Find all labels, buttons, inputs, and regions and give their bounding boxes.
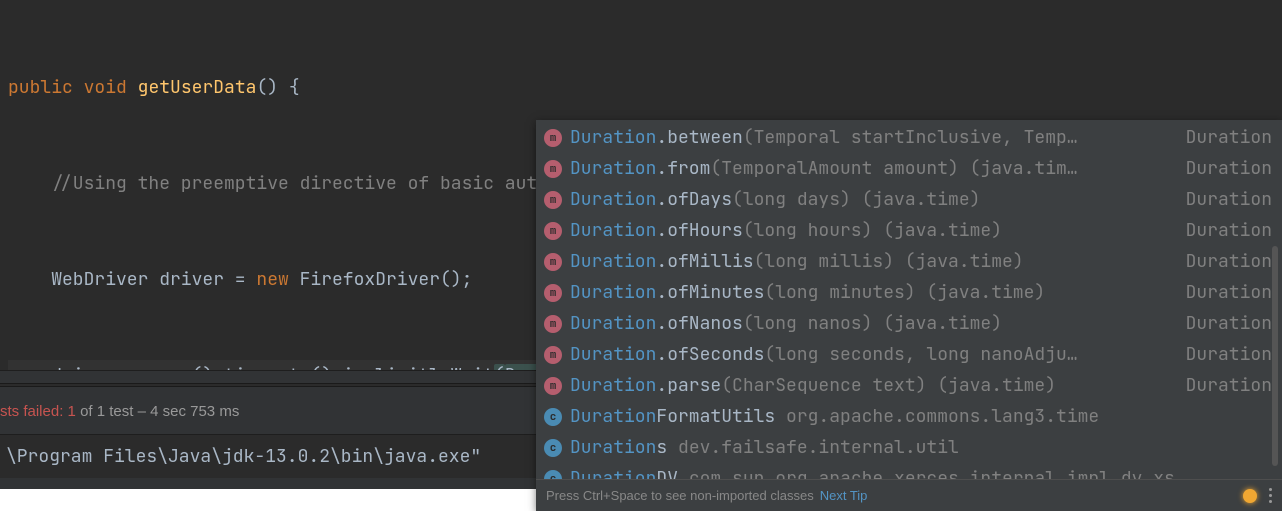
suggestion-item[interactable]: c DurationFormatUtils org.apache.commons.…: [536, 401, 1282, 432]
method-name: getUserData: [138, 76, 257, 99]
method-icon: m: [544, 315, 562, 333]
suggestion-return-type: Duration: [1186, 312, 1272, 335]
next-tip-link[interactable]: Next Tip: [820, 488, 868, 503]
suggestion-item[interactable]: m Duration.ofHours(long hours) (java.time…: [536, 215, 1282, 246]
suggestion-item[interactable]: m Duration.ofDays(long days) (java.time) D…: [536, 184, 1282, 215]
suggestion-main: DurationFormatUtils org.apache.commons.l…: [570, 405, 1272, 428]
suggestion-return-type: Duration: [1186, 250, 1272, 273]
suggestion-main: Duration.ofMillis(long millis) (java.tim…: [570, 250, 1168, 273]
suggestion-item[interactable]: m Duration.between(Temporal startInclusiv…: [536, 122, 1282, 153]
code-completion-popup[interactable]: m Duration.between(Temporal startInclusiv…: [536, 120, 1282, 511]
suggestion-item[interactable]: m Duration.parse(CharSequence text) (java…: [536, 370, 1282, 401]
console-text: \Program Files\Java\jdk-13.0.2\bin\java.…: [6, 445, 481, 468]
suggestion-footer: Press Ctrl+Space to see non-imported cla…: [536, 479, 1282, 511]
suggestion-main: Duration.from(TemporalAmount amount) (ja…: [570, 157, 1168, 180]
intention-bulb-icon[interactable]: [1243, 489, 1257, 503]
method-icon: m: [544, 129, 562, 147]
tests-failed-count: 1: [68, 403, 76, 420]
suggestion-return-type: Duration: [1186, 343, 1272, 366]
keyword-public: public: [8, 76, 73, 99]
tests-summary: of 1 test – 4 sec 753 ms: [80, 403, 239, 420]
suggestion-item[interactable]: m Duration.ofSeconds(long seconds, long n…: [536, 339, 1282, 370]
signature-tail: () {: [256, 76, 299, 99]
suggestion-list[interactable]: m Duration.between(Temporal startInclusiv…: [536, 120, 1282, 479]
suggestion-return-type: Duration: [1186, 219, 1272, 242]
suggestion-main: Duration.ofSeconds(long seconds, long na…: [570, 343, 1168, 366]
suggestion-return-type: Duration: [1186, 374, 1272, 397]
footer-hint: Press Ctrl+Space to see non-imported cla…: [546, 488, 814, 503]
keyword-new: new: [256, 268, 288, 291]
suggestion-return-type: Duration: [1186, 281, 1272, 304]
method-icon: m: [544, 253, 562, 271]
suggestion-return-type: Duration: [1186, 157, 1272, 180]
method-icon: m: [544, 377, 562, 395]
suggestion-item[interactable]: c DurationDV com.sun.org.apache.xerces.in…: [536, 463, 1282, 479]
class-icon: c: [544, 408, 562, 426]
suggestion-main: Duration.ofHours(long hours) (java.time): [570, 219, 1168, 242]
suggestion-return-type: Duration: [1186, 126, 1272, 149]
method-icon: m: [544, 222, 562, 240]
suggestion-main: DurationDV com.sun.org.apache.xerces.int…: [570, 467, 1272, 479]
suggestion-main: Duration.ofNanos(long nanos) (java.time): [570, 312, 1168, 335]
class-icon: c: [544, 470, 562, 480]
method-icon: m: [544, 346, 562, 364]
suggestion-item[interactable]: c Durations dev.failsafe.internal.util: [536, 432, 1282, 463]
code-editor[interactable]: public void getUserData() { //Using the …: [0, 0, 1282, 511]
suggestion-item[interactable]: m Duration.from(TemporalAmount amount) (j…: [536, 153, 1282, 184]
suggestion-main: Duration.parse(CharSequence text) (java.…: [570, 374, 1168, 397]
suggestion-item[interactable]: m Duration.ofMillis(long millis) (java.ti…: [536, 246, 1282, 277]
code-text: WebDriver driver =: [51, 268, 256, 291]
method-icon: m: [544, 160, 562, 178]
class-icon: c: [544, 439, 562, 457]
tests-failed-label: sts failed:: [0, 403, 63, 420]
suggestion-main: Duration.ofMinutes(long minutes) (java.t…: [570, 281, 1168, 304]
suggestion-main: Durations dev.failsafe.internal.util: [570, 436, 1272, 459]
suggestion-return-type: Duration: [1186, 188, 1272, 211]
method-icon: m: [544, 191, 562, 209]
code-text: FirefoxDriver();: [289, 268, 473, 291]
suggestion-scrollbar[interactable]: [1272, 246, 1278, 466]
suggestion-item[interactable]: m Duration.ofMinutes(long minutes) (java.…: [536, 277, 1282, 308]
suggestion-main: Duration.ofDays(long days) (java.time): [570, 188, 1168, 211]
keyword-void: void: [84, 76, 127, 99]
code-line: public void getUserData() {: [8, 72, 1282, 104]
more-options-icon[interactable]: [1269, 488, 1272, 503]
method-icon: m: [544, 284, 562, 302]
suggestion-main: Duration.between(Temporal startInclusive…: [570, 126, 1168, 149]
suggestion-item[interactable]: m Duration.ofNanos(long nanos) (java.time…: [536, 308, 1282, 339]
